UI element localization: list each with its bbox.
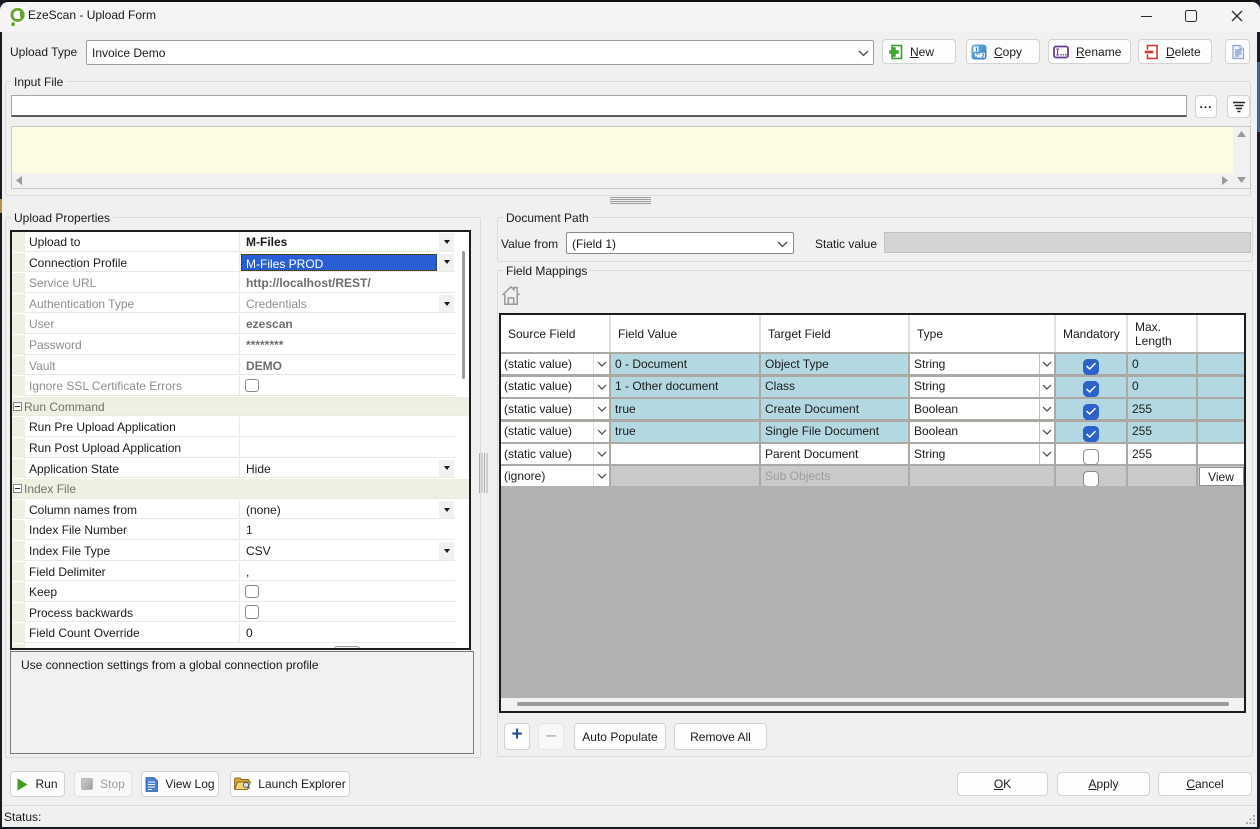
svg-text:1: 1 [975, 47, 978, 53]
svg-text:2: 2 [981, 53, 984, 59]
